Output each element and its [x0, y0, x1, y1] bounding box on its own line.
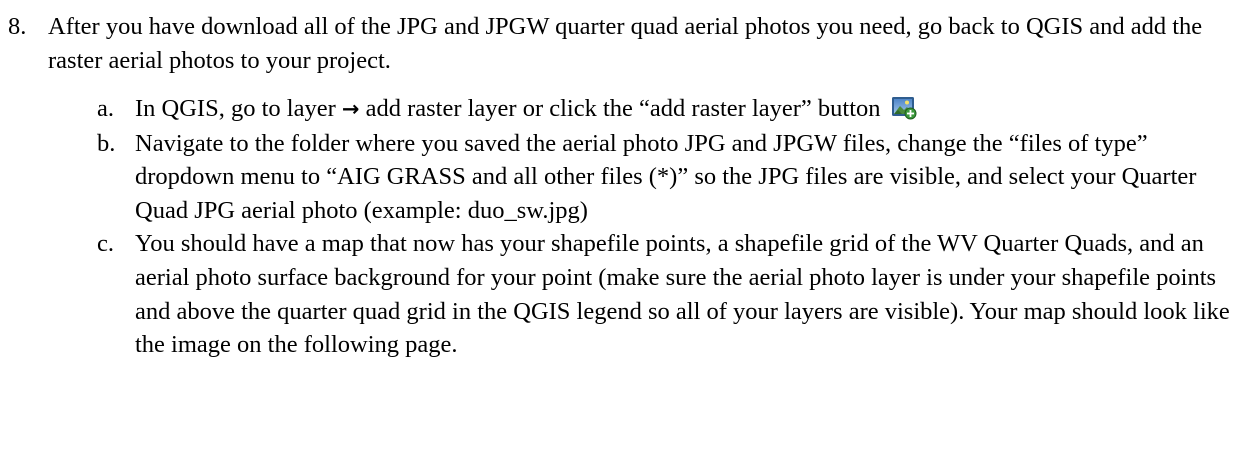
substep-text-after: add raster layer or click the “add raste… [365, 95, 881, 122]
substep-label: c. [97, 230, 114, 258]
substep-list: a. In QGIS, go to layer → add raster lay… [97, 92, 1247, 362]
substep-text: Navigate to the folder where you saved t… [135, 129, 1197, 224]
step-8: 8. After you have download all of the JP… [8, 10, 1248, 77]
substep-text-before: In QGIS, go to layer [135, 95, 336, 122]
step-text: After you have download all of the JPG a… [48, 13, 1203, 74]
substep-a: a. In QGIS, go to layer → add raster lay… [97, 92, 1247, 127]
add-raster-layer-icon[interactable] [891, 94, 917, 120]
substep-c: c. You should have a map that now has yo… [97, 227, 1247, 361]
arrow-symbol: → [341, 97, 360, 121]
document-page: 8. After you have download all of the JP… [0, 0, 1252, 461]
substep-label: b. [97, 129, 116, 157]
substep-b: b. Navigate to the folder where you save… [97, 127, 1247, 228]
substep-text: You should have a map that now has your … [135, 230, 1230, 359]
step-number: 8. [8, 13, 27, 40]
substep-label: a. [97, 95, 114, 122]
